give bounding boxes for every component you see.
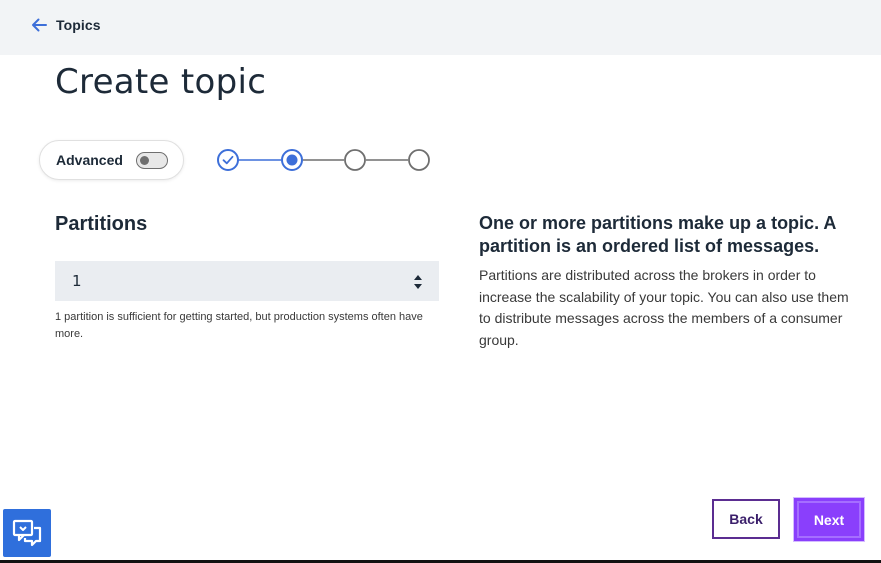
step-3-upcoming[interactable] <box>344 149 366 171</box>
advanced-toggle-container: Advanced <box>39 140 184 180</box>
toggle-knob <box>140 155 149 165</box>
progress-stepper <box>217 149 430 171</box>
step-1-completed[interactable] <box>217 149 239 171</box>
partitions-helper-text: 1 partition is sufficient for getting st… <box>55 311 423 340</box>
page-title: Create topic <box>55 62 267 102</box>
back-to-topics-link[interactable]: Topics <box>30 16 101 34</box>
header-bar: Topics <box>0 0 881 55</box>
partitions-number-input[interactable]: 1 <box>55 261 439 301</box>
back-link-label: Topics <box>56 17 101 33</box>
next-button[interactable]: Next <box>794 498 864 541</box>
partitions-value[interactable]: 1 <box>72 272 82 290</box>
advanced-label: Advanced <box>56 152 123 168</box>
step-4-upcoming[interactable] <box>408 149 430 171</box>
info-body: Partitions are distributed across the br… <box>479 267 849 348</box>
arrow-left-icon <box>32 18 47 32</box>
chat-launcher-button[interactable] <box>3 509 51 557</box>
advanced-toggle[interactable] <box>136 152 168 169</box>
caret-sort-icon[interactable] <box>413 273 423 291</box>
back-button[interactable]: Back <box>712 499 780 539</box>
step-2-current[interactable] <box>281 149 303 171</box>
partitions-title: Partitions <box>55 213 148 235</box>
chat-bubbles-icon <box>12 519 42 547</box>
info-heading: One or more partitions make up a topic. … <box>479 213 836 256</box>
